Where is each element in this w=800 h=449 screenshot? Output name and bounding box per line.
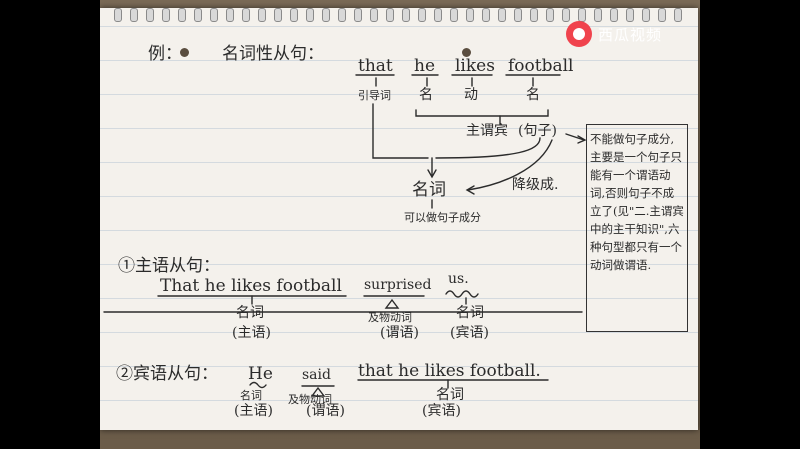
section1-clause-role: 名词 (236, 305, 264, 321)
word-likes: likes (455, 56, 495, 76)
note-box-text: 不能做句子成分,主要是一个句子只能有一个谓语动词,否则句子不成立了(见"二.主谓… (590, 132, 684, 272)
section2-clause-role-bottom: (宾语) (422, 403, 461, 419)
example-label: 例： (148, 44, 182, 64)
section2-verb-role-bottom: (谓语) (306, 403, 345, 419)
svo-label: 主谓宾 (466, 123, 508, 139)
role-football: 名 (526, 87, 540, 103)
section2-verb: said (302, 367, 331, 383)
section1-object-role: 名词 (456, 305, 484, 321)
section1-clause: That he likes football (160, 276, 342, 296)
section1-verb-role: 及物动词 (368, 311, 412, 324)
clause-label: (句子) (518, 123, 557, 139)
section2-subject-role-bottom: (主语) (234, 403, 273, 419)
section2-subject: He (248, 364, 273, 384)
section1-verb: surprised (364, 277, 432, 293)
section2-label: ②宾语从句： (116, 364, 218, 384)
noun-label: 名词 (412, 180, 446, 200)
word-that: that (358, 56, 393, 76)
section1-label: ①主语从句： (118, 256, 220, 276)
word-football: football (508, 56, 574, 76)
section2-clause: that he likes football. (358, 361, 541, 381)
topic-label: 名词性从句： (222, 44, 324, 64)
role-that: 引导词 (358, 89, 391, 102)
section1-verb-role-bottom: (谓语) (380, 325, 419, 341)
section2-subject-role: 名词 (240, 389, 262, 402)
can-be-component: 可以做句子成分 (404, 211, 481, 224)
section1-object-role-bottom: (宾语) (450, 325, 489, 341)
section1-clause-role-bottom: (主语) (232, 325, 271, 341)
word-he: he (414, 56, 436, 76)
downgrade-label: 降级成. (512, 177, 559, 193)
role-likes: 动 (464, 87, 478, 103)
section2-clause-role: 名词 (436, 387, 464, 403)
section1-object: us. (448, 271, 469, 287)
role-he: 名 (419, 87, 433, 103)
